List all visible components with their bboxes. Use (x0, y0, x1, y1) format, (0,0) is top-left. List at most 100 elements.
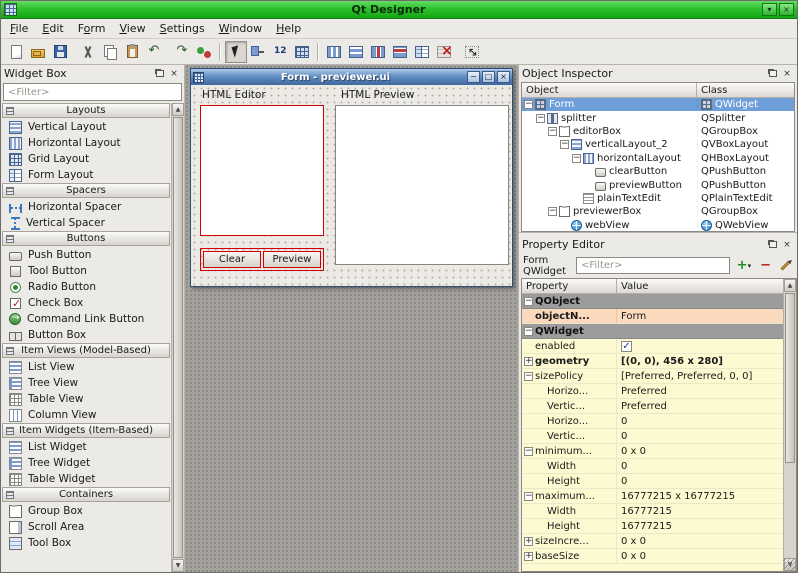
property-group-qobject[interactable]: −QObject (522, 294, 783, 309)
property-value-cell[interactable]: 16777215 (617, 519, 783, 533)
copy-button[interactable] (99, 41, 121, 63)
layout-vertical-button[interactable] (345, 41, 367, 63)
inspector-row-splitter[interactable]: −splitterQSplitter (522, 111, 794, 124)
property-value-cell[interactable]: Preferred (617, 384, 783, 398)
object-inspector-close-button[interactable]: × (780, 67, 794, 80)
form-minimize-button[interactable]: − (467, 71, 480, 83)
property-value-cell[interactable]: 16777215 x 16777215 (617, 489, 783, 503)
widget-category-layouts[interactable]: Layouts (2, 103, 170, 118)
widget-item-tool-button[interactable]: Tool Button (2, 263, 170, 279)
widget-item-list-widget[interactable]: List Widget (2, 439, 170, 455)
widget-item-horizontal-spacer[interactable]: Horizontal Spacer (2, 199, 170, 215)
property-row-maximum[interactable]: −maximum...16777215 x 16777215 (522, 489, 783, 504)
property-row-horizo[interactable]: Horizo...0 (522, 414, 783, 429)
expand-expander-icon[interactable]: + (524, 357, 533, 366)
collapse-expander-icon[interactable]: − (524, 297, 533, 306)
property-value-cell[interactable]: 16777215 (617, 504, 783, 518)
menu-view[interactable]: View (112, 20, 152, 37)
collapse-expander-icon[interactable]: − (524, 447, 533, 456)
widget-item-command-link-button[interactable]: Command Link Button (2, 311, 170, 327)
widget-item-button-box[interactable]: Button Box (2, 327, 170, 343)
property-row-sizeincre[interactable]: +sizeIncre...0 x 0 (522, 534, 783, 549)
widget-category-item-views-model-based[interactable]: Item Views (Model-Based) (2, 343, 170, 358)
inspector-row-plaintextedit[interactable]: plainTextEditQPlainTextEdit (522, 192, 794, 205)
break-layout-button[interactable] (433, 41, 455, 63)
widget-item-horizontal-layout[interactable]: Horizontal Layout (2, 135, 170, 151)
collapse-expander-icon[interactable]: − (524, 100, 533, 109)
widget-item-scroll-area[interactable]: Scroll Area (2, 519, 170, 535)
property-row-vertic[interactable]: Vertic...Preferred (522, 399, 783, 414)
collapse-expander-icon[interactable]: − (572, 154, 581, 163)
button-row-layout[interactable]: Clear Preview (200, 248, 324, 271)
menu-edit[interactable]: Edit (35, 20, 70, 37)
property-row-enabled[interactable]: enabled✓ (522, 339, 783, 354)
menu-form[interactable]: Form (71, 20, 113, 37)
add-dynamic-property-button[interactable]: +▾ (735, 257, 753, 275)
inspector-row-verticallayout-2[interactable]: −verticalLayout_2QVBoxLayout (522, 138, 794, 151)
layout-grid-button[interactable] (291, 41, 313, 63)
collapse-expander-icon[interactable]: − (560, 140, 569, 149)
expand-expander-icon[interactable]: + (524, 552, 533, 561)
preview-button[interactable]: Preview (263, 251, 321, 268)
layout-vertical-splitter-button[interactable] (389, 41, 411, 63)
form-window-titlebar[interactable]: Form - previewer.ui −□× (191, 69, 512, 85)
property-row-geometry[interactable]: +geometry[(0, 0), 456 x 280] (522, 354, 783, 369)
property-row-width[interactable]: Width0 (522, 459, 783, 474)
form-window[interactable]: Form - previewer.ui −□× HTML Editor HTML… (190, 68, 513, 287)
layout-horizontal-button[interactable] (323, 41, 345, 63)
widget-box-scrollbar[interactable]: ▲ ▼ (171, 103, 184, 572)
new-form-button[interactable] (5, 41, 27, 63)
collapse-expander-icon[interactable]: − (524, 492, 533, 501)
form-close-button[interactable]: × (497, 71, 510, 83)
widget-category-containers[interactable]: Containers (2, 487, 170, 502)
menu-file[interactable]: File (3, 20, 35, 37)
property-value-cell[interactable]: 0 x 0 (617, 549, 783, 563)
scroll-up-icon[interactable]: ▲ (172, 103, 184, 116)
inspector-row-clearbutton[interactable]: clearButtonQPushButton (522, 165, 794, 178)
property-value-cell[interactable]: Preferred (617, 399, 783, 413)
widget-item-vertical-spacer[interactable]: Vertical Spacer (2, 215, 170, 231)
expand-expander-icon[interactable]: + (524, 537, 533, 546)
column-header-class[interactable]: Class (697, 83, 794, 98)
property-editor-float-button[interactable] (766, 238, 780, 251)
property-row-width[interactable]: Width16777215 (522, 504, 783, 519)
web-view[interactable] (335, 105, 509, 265)
widget-item-column-view[interactable]: Column View (2, 407, 170, 423)
property-row-vertic[interactable]: Vertic...0 (522, 429, 783, 444)
save-form-button[interactable] (49, 41, 71, 63)
column-header-object[interactable]: Object (522, 83, 697, 98)
property-editor-scrollbar[interactable]: ▲ ▼ (783, 279, 796, 571)
cut-button[interactable] (77, 41, 99, 63)
property-row-sizepolicy[interactable]: −sizePolicy[Preferred, Preferred, 0, 0] (522, 369, 783, 384)
collapse-expander-icon[interactable]: − (524, 327, 533, 336)
layout-horizontal-splitter-button[interactable] (367, 41, 389, 63)
edit-signals-slots-button[interactable] (193, 41, 215, 63)
resize-grip[interactable] (783, 558, 796, 571)
widget-box-close-button[interactable]: × (167, 67, 181, 80)
adjust-size-button[interactable] (461, 41, 483, 63)
property-value-cell[interactable]: 0 (617, 459, 783, 473)
edit-tab-order-button[interactable] (269, 41, 291, 63)
property-value-cell[interactable]: 0 (617, 414, 783, 428)
undo-button[interactable] (143, 41, 165, 63)
titlebar[interactable]: Qt Designer ▾× (1, 1, 797, 19)
collapse-expander-icon[interactable]: − (536, 114, 545, 123)
widget-item-check-box[interactable]: Check Box (2, 295, 170, 311)
property-value-cell[interactable]: Form (617, 309, 783, 323)
scroll-down-icon[interactable]: ▼ (172, 559, 184, 572)
inspector-row-webview[interactable]: webViewQWebView (522, 219, 794, 232)
widget-item-vertical-layout[interactable]: Vertical Layout (2, 119, 170, 135)
widget-category-buttons[interactable]: Buttons (2, 231, 170, 246)
property-value-cell[interactable]: ✓ (617, 339, 783, 353)
checkbox-checked-icon[interactable]: ✓ (621, 341, 632, 352)
property-value-cell[interactable]: 0 (617, 474, 783, 488)
property-value-cell[interactable]: 0 x 0 (617, 444, 783, 458)
close-button[interactable]: × (779, 3, 794, 16)
menu-help[interactable]: Help (269, 20, 308, 37)
widget-item-list-view[interactable]: List View (2, 359, 170, 375)
clear-button[interactable]: Clear (203, 251, 261, 268)
column-header-property[interactable]: Property (522, 279, 617, 294)
property-value-cell[interactable]: [(0, 0), 456 x 280] (617, 354, 783, 368)
widget-item-group-box[interactable]: Group Box (2, 503, 170, 519)
property-row-minimum[interactable]: −minimum...0 x 0 (522, 444, 783, 459)
